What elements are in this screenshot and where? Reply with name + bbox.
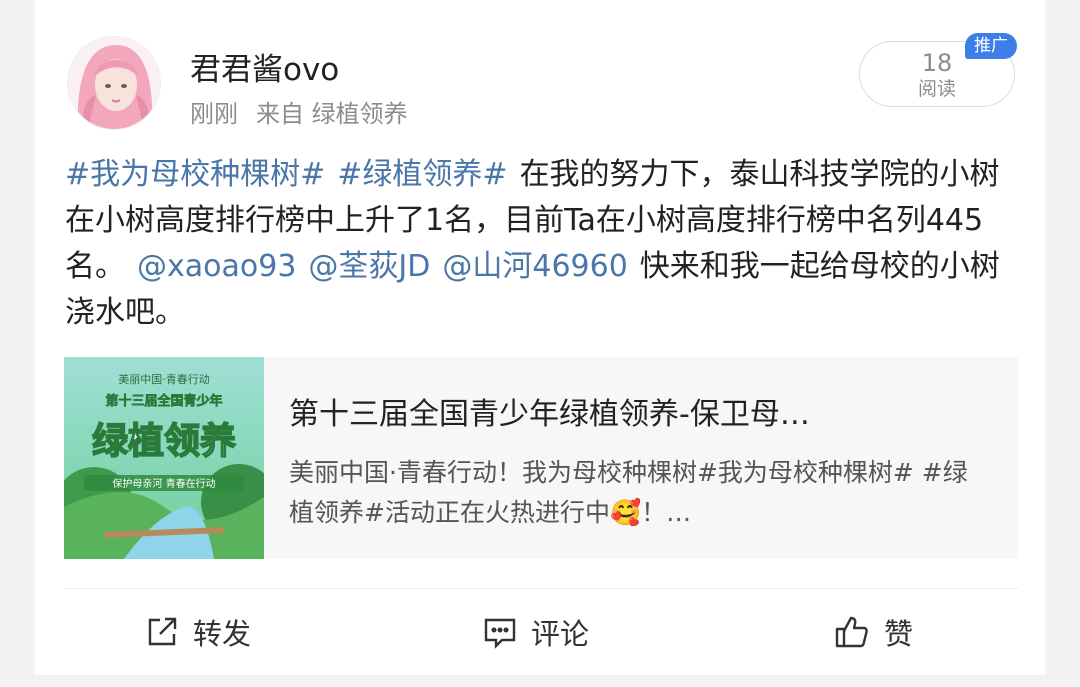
like-button[interactable]: 赞 — [834, 610, 913, 654]
mention-link[interactable]: @山河46960 — [442, 249, 627, 284]
comment-icon — [484, 618, 516, 649]
link-description: 美丽中国·青春行动！我为母校种棵树#我为母校种棵树# #绿植领养#活动正在火热进… — [289, 458, 968, 527]
link-title: 第十三届全国青少年绿植领养-保卫母… — [289, 397, 810, 432]
mention-link[interactable]: @xaoao93 — [137, 249, 296, 284]
link-thumbnail: 美丽中国·青春行动 第十三届全国青少年 绿植领养 保护母亲河 青春在行动 — [64, 357, 264, 559]
thumb-banner-text: 第十三届全国青少年 — [105, 393, 222, 409]
hashtag-link[interactable]: #绿植领养# — [337, 157, 507, 192]
link-preview-card[interactable]: 美丽中国·青春行动 第十三届全国青少年 绿植领养 保护母亲河 青春在行动 第十三… — [64, 357, 1018, 559]
post-meta: 刚刚 来自 绿植领养 — [190, 94, 426, 129]
username[interactable]: 君君酱ovo — [190, 44, 339, 89]
divider — [64, 588, 1018, 589]
post-card: 君君酱ovo 刚刚 来自 绿植领养 18 阅读 推广 #我为母校种棵树# #绿植领养… — [35, 0, 1045, 675]
post-text: #我为母校种棵树# #绿植领养# 在我的努力下，泰山科技学院的小树在小树高度排行榜中… — [65, 152, 1017, 336]
read-label: 阅读 — [917, 78, 956, 100]
share-icon — [148, 617, 177, 646]
post-source[interactable]: 来自 绿植领养 — [256, 100, 408, 128]
repost-label: 转发 — [193, 617, 252, 651]
repost-button[interactable]: 转发 — [145, 610, 251, 654]
comment-button[interactable]: 评论 — [483, 610, 589, 654]
thumb-top-text: 美丽中国·青春行动 — [118, 373, 210, 386]
comment-label: 评论 — [531, 617, 590, 651]
thumb-sub-text: 保护母亲河 青春在行动 — [112, 477, 215, 490]
thumbs-up-icon — [835, 616, 868, 648]
post-time: 刚刚 — [190, 100, 238, 128]
hashtag-link[interactable]: #我为母校种棵树# — [65, 157, 325, 192]
mention-link[interactable]: @荃荻JD — [308, 249, 430, 284]
promo-badge: 推广 — [965, 33, 1017, 59]
user-avatar[interactable] — [67, 36, 161, 130]
like-label: 赞 — [884, 617, 914, 651]
thumb-main-text: 绿植领养 — [92, 420, 236, 462]
